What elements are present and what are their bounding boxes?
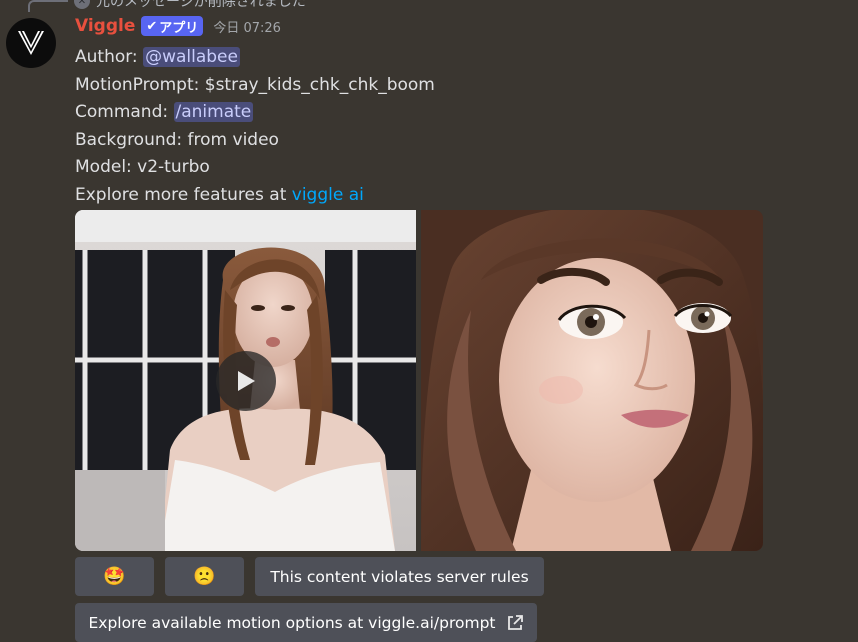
frown-emoji-icon: 🙁 — [193, 566, 216, 587]
command-line: Command: /animate — [75, 99, 435, 127]
username[interactable]: Viggle — [75, 16, 135, 36]
message-content: Author: @wallabee MotionPrompt: $stray_k… — [75, 44, 435, 209]
timestamp[interactable]: 今日 07:26 — [213, 17, 281, 36]
video-thumbnail[interactable] — [75, 210, 416, 551]
model-line: Model: v2-turbo — [75, 157, 210, 177]
reply-reference[interactable]: ✕ 元のメッセージが削除されました — [28, 0, 306, 12]
viggle-logo-icon — [18, 30, 44, 55]
explore-motion-link-button[interactable]: Explore available motion options at vigg… — [75, 603, 537, 642]
star-struck-emoji-icon: 🤩 — [103, 566, 126, 587]
reply-text: 元のメッセージが削除されました — [96, 0, 306, 10]
message-header: Viggle ✔ アプリ 今日 07:26 — [75, 16, 281, 36]
violation-report-button[interactable]: This content violates server rules — [255, 557, 544, 596]
reaction-button-frown[interactable]: 🙁 — [165, 557, 244, 596]
verified-check-icon: ✔ — [146, 18, 158, 34]
reaction-button-star-struck[interactable]: 🤩 — [75, 557, 154, 596]
author-line: Author: @wallabee — [75, 44, 435, 72]
author-label: Author: — [75, 47, 144, 67]
explore-label: Explore more features at — [75, 184, 292, 205]
reply-deleted-icon: ✕ — [74, 0, 90, 9]
motion-prompt-line: MotionPrompt: $stray_kids_chk_chk_boom — [75, 74, 435, 95]
play-button[interactable] — [216, 351, 276, 411]
portrait-image[interactable] — [421, 210, 763, 551]
external-link-icon — [507, 614, 523, 630]
play-icon — [238, 371, 255, 391]
reply-spine — [28, 0, 68, 12]
avatar[interactable] — [6, 18, 56, 68]
explore-line: Explore more features at viggle ai — [75, 182, 435, 210]
app-badge-label: アプリ — [159, 20, 199, 36]
command-mention[interactable]: /animate — [173, 102, 254, 122]
author-mention[interactable]: @wallabee — [143, 47, 240, 67]
viggle-link[interactable]: viggle ai — [292, 185, 364, 205]
portrait-illustration — [421, 210, 763, 551]
violation-button-label: This content violates server rules — [270, 567, 529, 586]
background-line: Background: from video — [75, 129, 279, 150]
app-badge: ✔ アプリ — [141, 16, 204, 36]
explore-motion-label: Explore available motion options at vigg… — [88, 613, 496, 632]
command-label: Command: — [75, 102, 174, 122]
